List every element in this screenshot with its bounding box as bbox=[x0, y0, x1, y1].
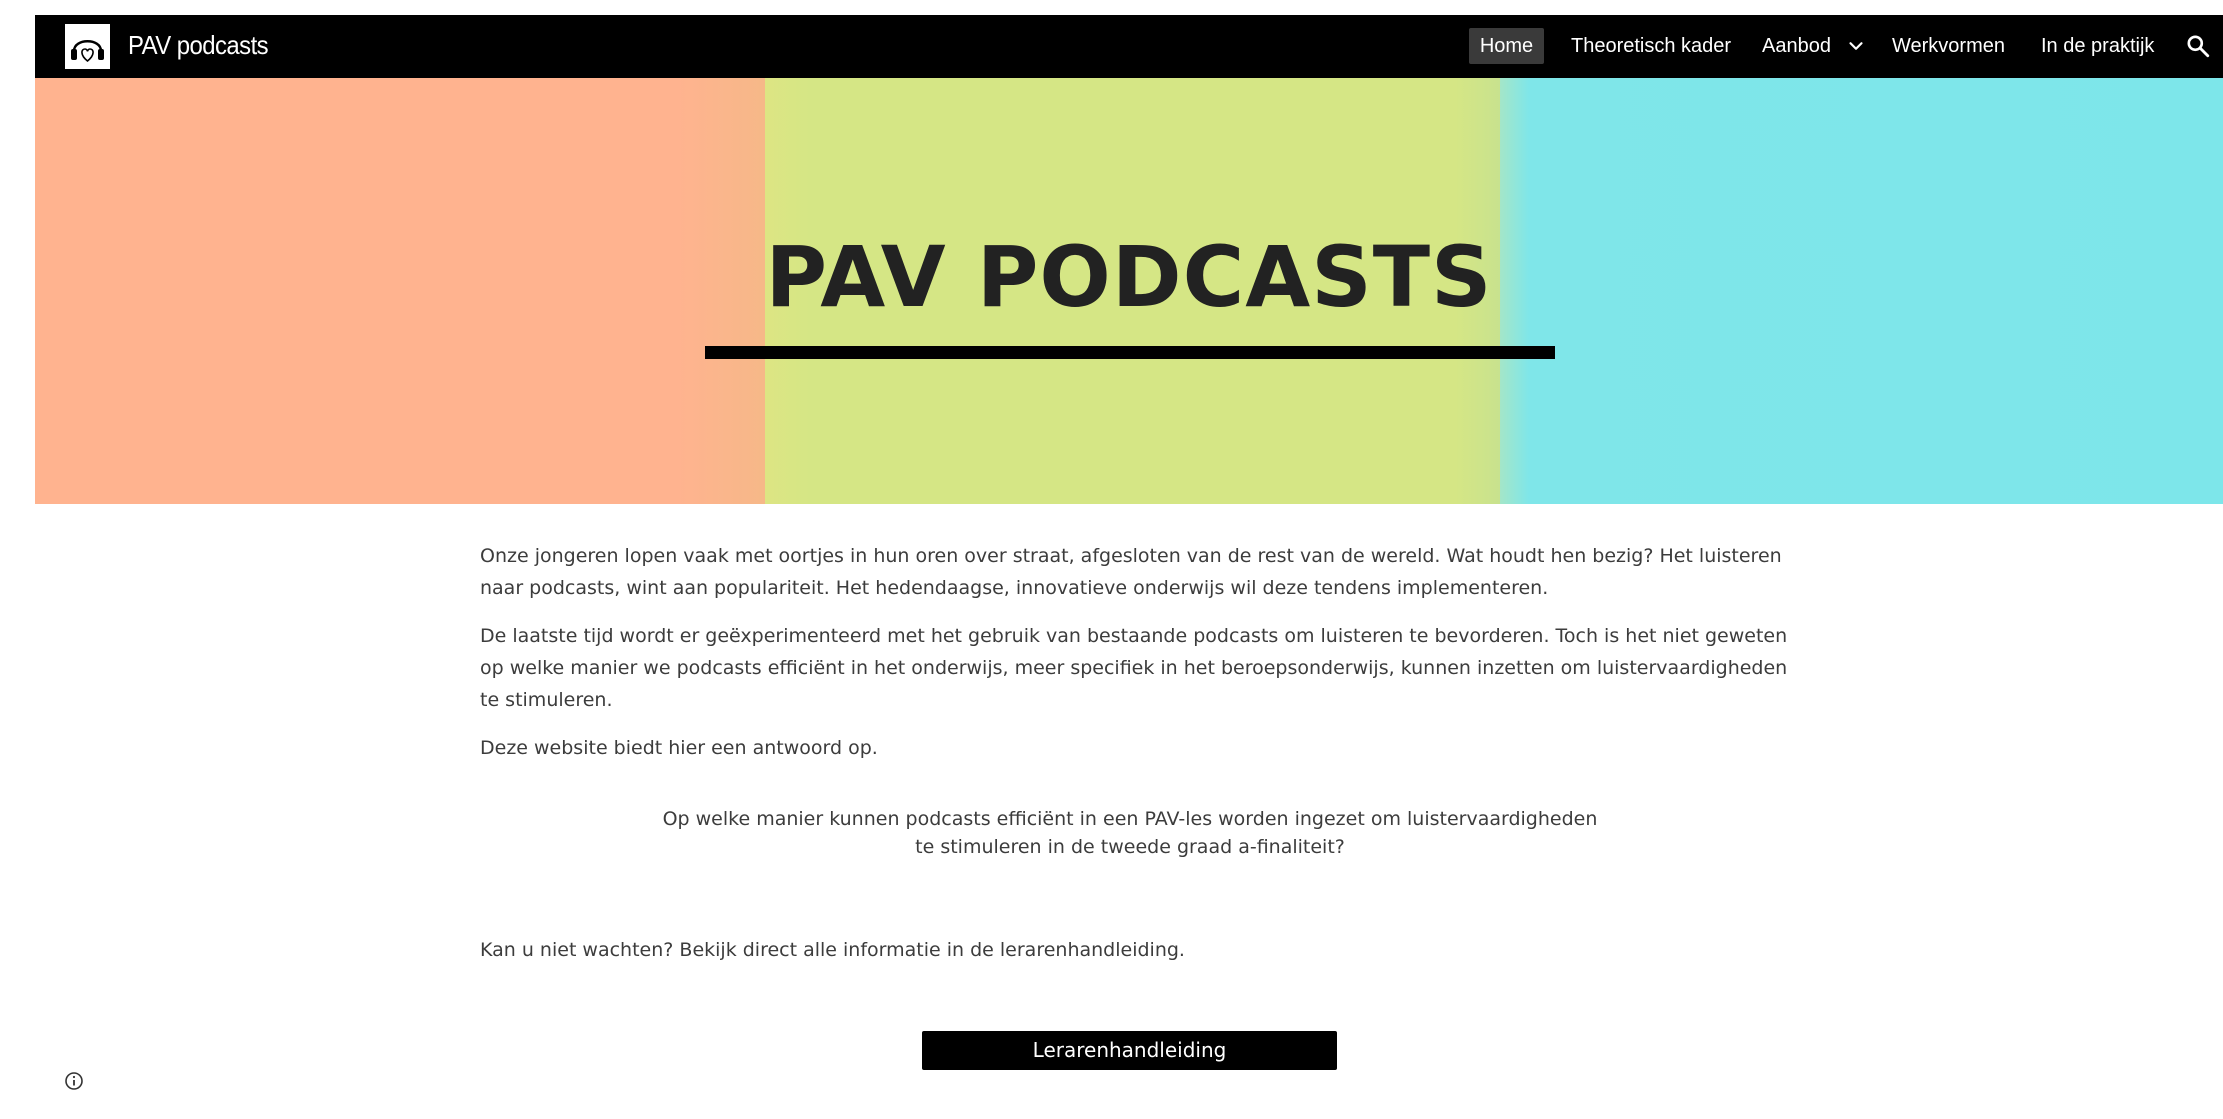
intro-paragraph-2: De laatste tijd wordt er geëxperimenteer… bbox=[480, 625, 1788, 711]
research-question-line-1: Op welke manier kunnen podcasts efficiën… bbox=[662, 808, 1598, 830]
hero-banner: PAV PODCASTS bbox=[35, 78, 2223, 504]
research-question: Op welke manier kunnen podcasts efficiën… bbox=[640, 805, 1620, 861]
chevron-down-icon[interactable] bbox=[1845, 35, 1867, 57]
banner-title: PAV PODCASTS bbox=[765, 228, 1493, 326]
nav-item-theoretisch-kader[interactable]: Theoretisch kader bbox=[1571, 28, 1731, 64]
research-question-line-2: te stimuleren in de tweede graad a-final… bbox=[915, 836, 1345, 858]
top-navigation-bar: PAV podcasts Home Theoretisch kader Aanb… bbox=[35, 15, 2223, 78]
intro-paragraph-3: Deze website biedt hier een antwoord op. bbox=[480, 737, 878, 759]
nav-item-home[interactable]: Home bbox=[1469, 28, 1544, 64]
cta-text: Kan u niet wachten? Bekijk direct alle i… bbox=[480, 939, 1185, 961]
nav-item-aanbod[interactable]: Aanbod bbox=[1762, 28, 1831, 64]
page: PAV podcasts Home Theoretisch kader Aanb… bbox=[0, 0, 2223, 1119]
intro-text: Onze jongeren lopen vaak met oortjes in … bbox=[480, 540, 1790, 780]
banner-underline bbox=[705, 346, 1555, 359]
site-title[interactable]: PAV podcasts bbox=[128, 30, 269, 61]
headphones-heart-icon[interactable] bbox=[65, 24, 110, 69]
nav-item-werkvormen[interactable]: Werkvormen bbox=[1892, 28, 2005, 64]
intro-paragraph-1: Onze jongeren lopen vaak met oortjes in … bbox=[480, 545, 1782, 599]
lerarenhandleiding-button[interactable]: Lerarenhandleiding bbox=[922, 1031, 1337, 1070]
info-icon[interactable] bbox=[64, 1071, 84, 1091]
search-icon[interactable] bbox=[2185, 33, 2211, 59]
nav-item-in-de-praktijk[interactable]: In de praktijk bbox=[2041, 28, 2154, 64]
